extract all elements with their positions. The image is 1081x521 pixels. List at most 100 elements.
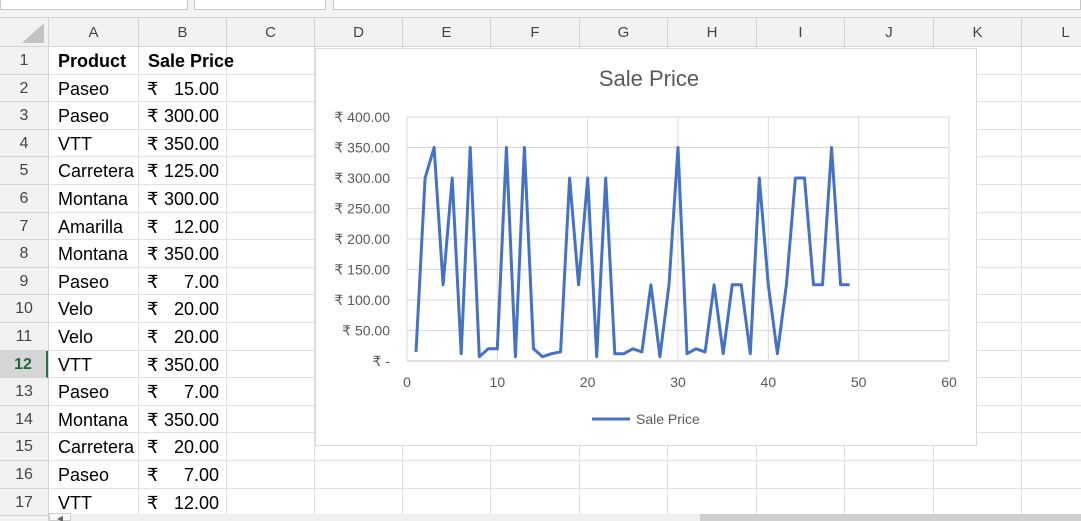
row-header-17[interactable]: 17 <box>0 489 48 517</box>
row-header-15[interactable]: 15 <box>0 433 48 461</box>
column-header-k[interactable]: K <box>934 18 1022 47</box>
product-cell[interactable]: VTT <box>58 131 92 158</box>
column-header-i[interactable]: I <box>757 18 845 47</box>
price-cell[interactable]: ₹7.00 <box>147 462 219 489</box>
product-cell[interactable]: Paseo <box>58 76 109 103</box>
product-cell[interactable]: Amarilla <box>58 214 123 241</box>
price-cell[interactable]: ₹350.00 <box>147 352 219 379</box>
product-cell[interactable]: Velo <box>58 296 93 323</box>
product-cell[interactable]: Paseo <box>58 269 109 296</box>
product-cell[interactable]: Montana <box>58 186 128 213</box>
line-chart[interactable]: Sale Price ₹ - ₹ 50.00 ₹ 100.00 ₹ 150.00 ₹ 20… <box>315 48 977 446</box>
price-cell[interactable]: ₹20.00 <box>147 296 219 323</box>
product-cell[interactable]: Paseo <box>58 379 109 406</box>
row-header-5[interactable]: 5 <box>0 157 48 185</box>
price-cell[interactable]: ₹12.00 <box>147 490 219 517</box>
row-header-13[interactable]: 13 <box>0 378 48 406</box>
row-header-6[interactable]: 6 <box>0 185 48 213</box>
header-cell-sale-price[interactable]: Sale Price <box>148 48 234 75</box>
currency-symbol: ₹ <box>147 327 159 347</box>
y-tick-label: ₹ 100.00 <box>334 292 390 308</box>
product-cell[interactable]: Montana <box>58 241 128 268</box>
price-cell[interactable]: ₹125.00 <box>147 158 219 185</box>
product-cell[interactable]: Velo <box>58 324 93 351</box>
column-header-d[interactable]: D <box>315 18 403 47</box>
chart-svg: Sale Price ₹ - ₹ 50.00 ₹ 100.00 ₹ 150.00 ₹ 20… <box>334 66 957 427</box>
column-header-b[interactable]: B <box>139 18 227 47</box>
row-headers: 1 2 3 4 5 6 7 8 9 10 11 12 13 14 15 16 17 <box>0 47 49 521</box>
product-cell[interactable]: Paseo <box>58 103 109 130</box>
product-cell[interactable]: Carretera <box>58 158 134 185</box>
product-cell[interactable]: Paseo <box>58 462 109 489</box>
price-value: 7.00 <box>183 382 219 403</box>
column-header-f[interactable]: F <box>491 18 580 47</box>
price-value: 15.00 <box>173 78 219 99</box>
x-tick-label: 20 <box>580 374 596 390</box>
series-line-0 <box>414 146 850 359</box>
currency-symbol: ₹ <box>147 409 159 430</box>
row-header-1[interactable]: 1 <box>0 47 48 75</box>
row-header-4[interactable]: 4 <box>0 130 48 158</box>
price-cell[interactable]: ₹350.00 <box>147 241 219 268</box>
currency-symbol: ₹ <box>147 492 159 513</box>
price-cell[interactable]: ₹15.00 <box>147 76 219 103</box>
price-cell[interactable]: ₹7.00 <box>147 269 219 296</box>
scroll-left-icon[interactable]: ◀ <box>49 513 71 521</box>
column-header-e[interactable]: E <box>403 18 491 47</box>
price-value: 7.00 <box>183 271 219 292</box>
price-cell[interactable]: ₹20.00 <box>147 324 219 351</box>
column-header-c[interactable]: C <box>227 18 315 47</box>
scrollbar-thumb[interactable] <box>700 514 1081 521</box>
price-cell[interactable]: ₹7.00 <box>147 379 219 406</box>
price-value: 20.00 <box>173 437 219 458</box>
price-cell[interactable]: ₹12.00 <box>147 214 219 241</box>
price-cell[interactable]: ₹350.00 <box>147 131 219 158</box>
currency-symbol: ₹ <box>147 189 159 209</box>
price-cell[interactable]: ₹300.00 <box>147 103 219 130</box>
row-header-8[interactable]: 8 <box>0 240 48 268</box>
row-header-11[interactable]: 11 <box>0 323 48 351</box>
row-header-14[interactable]: 14 <box>0 406 48 434</box>
x-tick-label: 0 <box>403 374 411 390</box>
product-cell[interactable]: Carretera <box>58 434 134 461</box>
y-tick-label: ₹ - <box>373 353 391 369</box>
formula-input[interactable] <box>333 0 1081 10</box>
column-header-a[interactable]: A <box>49 18 139 47</box>
column-header-h[interactable]: H <box>668 18 757 47</box>
currency-symbol: ₹ <box>147 354 159 375</box>
price-value: 350.00 <box>163 354 219 375</box>
x-tick-label: 60 <box>941 374 957 390</box>
row-header-10[interactable]: 10 <box>0 295 48 323</box>
formula-tools[interactable] <box>194 0 326 10</box>
currency-symbol: ₹ <box>147 382 159 403</box>
price-cell[interactable]: ₹20.00 <box>147 434 219 461</box>
row-header-12[interactable]: 12 <box>0 350 48 379</box>
row-header-9[interactable]: 9 <box>0 268 48 296</box>
currency-symbol: ₹ <box>147 161 159 182</box>
price-cell[interactable]: ₹350.00 <box>147 407 219 434</box>
column-header-l[interactable]: L <box>1022 18 1081 47</box>
y-tick-label: ₹ 150.00 <box>334 262 390 278</box>
select-all-button[interactable] <box>0 18 49 47</box>
y-tick-label: ₹ 300.00 <box>334 170 390 186</box>
row-header-7[interactable]: 7 <box>0 213 48 241</box>
price-value: 7.00 <box>183 465 219 485</box>
price-cell[interactable]: ₹300.00 <box>147 186 219 213</box>
product-cell[interactable]: VTT <box>58 352 92 379</box>
column-header-g[interactable]: G <box>580 18 668 47</box>
row-header-2[interactable]: 2 <box>0 75 48 103</box>
product-cell[interactable]: Montana <box>58 407 128 434</box>
price-value: 20.00 <box>173 327 219 347</box>
column-header-j[interactable]: J <box>845 18 934 47</box>
x-tick-label: 30 <box>670 374 686 390</box>
price-value: 300.00 <box>163 106 219 127</box>
price-value: 12.00 <box>173 216 219 237</box>
row-header-3[interactable]: 3 <box>0 102 48 130</box>
price-value: 300.00 <box>163 189 219 209</box>
header-cell-product[interactable]: Product <box>58 48 126 75</box>
row-header-16[interactable]: 16 <box>0 461 48 489</box>
select-all-icon <box>22 23 44 43</box>
currency-symbol: ₹ <box>147 271 159 292</box>
name-box[interactable] <box>0 0 188 10</box>
price-value: 350.00 <box>163 409 219 430</box>
